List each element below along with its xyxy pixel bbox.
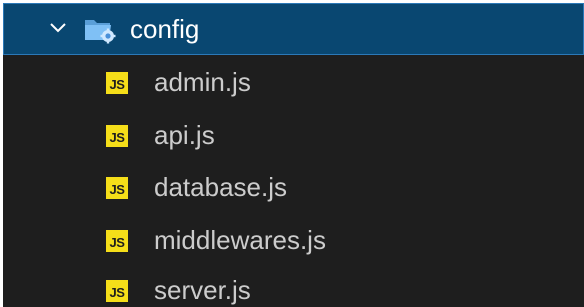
js-file-icon: JS	[106, 125, 128, 147]
folder-row-config[interactable]: config	[3, 3, 584, 55]
file-label: api.js	[154, 120, 215, 150]
file-explorer: config JS admin.js JS api.js JS database…	[3, 3, 584, 307]
file-row-database[interactable]: JS database.js	[3, 162, 584, 212]
folder-label: config	[130, 14, 200, 44]
file-row-server[interactable]: JS server.js	[3, 265, 584, 307]
file-row-api[interactable]: JS api.js	[3, 110, 584, 160]
file-label: admin.js	[154, 67, 251, 97]
file-label: middlewares.js	[154, 225, 326, 255]
chevron-down-icon[interactable]	[46, 16, 70, 40]
js-file-icon: JS	[106, 177, 128, 199]
js-file-icon: JS	[106, 72, 128, 94]
js-file-icon: JS	[106, 230, 128, 252]
js-file-icon: JS	[106, 280, 128, 302]
file-row-middlewares[interactable]: JS middlewares.js	[3, 215, 584, 265]
file-label: server.js	[154, 275, 251, 305]
file-row-admin[interactable]: JS admin.js	[3, 57, 584, 107]
file-label: database.js	[154, 172, 287, 202]
folder-config-icon	[85, 20, 116, 44]
